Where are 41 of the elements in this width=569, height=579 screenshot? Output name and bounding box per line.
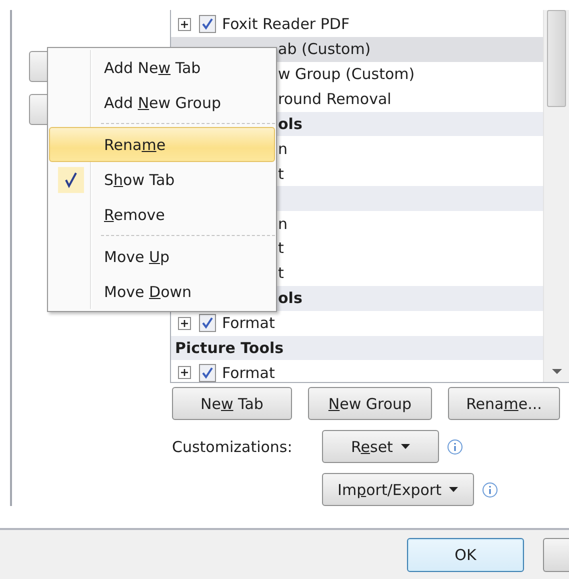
menu-item[interactable]: Remove bbox=[49, 197, 275, 232]
tree-item[interactable]: Format bbox=[171, 310, 543, 336]
item-text: ab (Custom) bbox=[278, 40, 371, 58]
caret-icon bbox=[449, 487, 458, 492]
import-export-button[interactable]: Import/Export bbox=[322, 473, 474, 506]
item-text: Foxit Reader PDF bbox=[222, 15, 350, 34]
item-text: Format bbox=[222, 314, 275, 332]
tree-button[interactable]: New Tab bbox=[172, 387, 292, 420]
info-icon bbox=[447, 438, 463, 454]
item-text: n bbox=[278, 140, 288, 158]
ok-button[interactable]: OK bbox=[407, 538, 524, 572]
header-text: ols bbox=[278, 289, 302, 308]
customizations-label: Customizations: bbox=[172, 438, 294, 456]
item-text: t bbox=[278, 264, 284, 282]
info-icon bbox=[482, 482, 498, 498]
expand-icon[interactable] bbox=[178, 316, 191, 330]
tree-button[interactable]: Rename... bbox=[448, 387, 560, 420]
tree-item[interactable]: Foxit Reader PDF bbox=[171, 12, 543, 37]
item-text: n bbox=[278, 214, 288, 233]
item-text: t bbox=[278, 239, 284, 258]
menu-item[interactable]: Show Tab bbox=[49, 162, 275, 197]
item-text: t bbox=[278, 164, 284, 183]
scroll-thumb[interactable] bbox=[547, 10, 566, 107]
item-text: Format bbox=[222, 364, 275, 382]
tree-header[interactable]: Picture Tools bbox=[171, 336, 543, 360]
caret-icon bbox=[400, 444, 410, 449]
tree-button[interactable]: New Group bbox=[308, 387, 432, 420]
header-text: Picture Tools bbox=[175, 339, 284, 358]
expand-icon[interactable] bbox=[178, 366, 191, 380]
scrollbar[interactable] bbox=[543, 10, 569, 382]
cancel-button[interactable] bbox=[543, 538, 569, 572]
checkbox[interactable] bbox=[199, 314, 216, 332]
tree-item[interactable]: Format bbox=[171, 360, 543, 382]
menu-item[interactable]: Move Up bbox=[49, 239, 275, 274]
reset-button[interactable]: Reset bbox=[322, 430, 439, 463]
header-text: ols bbox=[278, 115, 302, 133]
menu-item[interactable]: Rename bbox=[49, 127, 275, 162]
checkbox[interactable] bbox=[199, 364, 216, 382]
scroll-down-icon[interactable] bbox=[552, 369, 562, 374]
checkbox[interactable] bbox=[199, 15, 216, 34]
expand-icon[interactable] bbox=[178, 18, 191, 31]
